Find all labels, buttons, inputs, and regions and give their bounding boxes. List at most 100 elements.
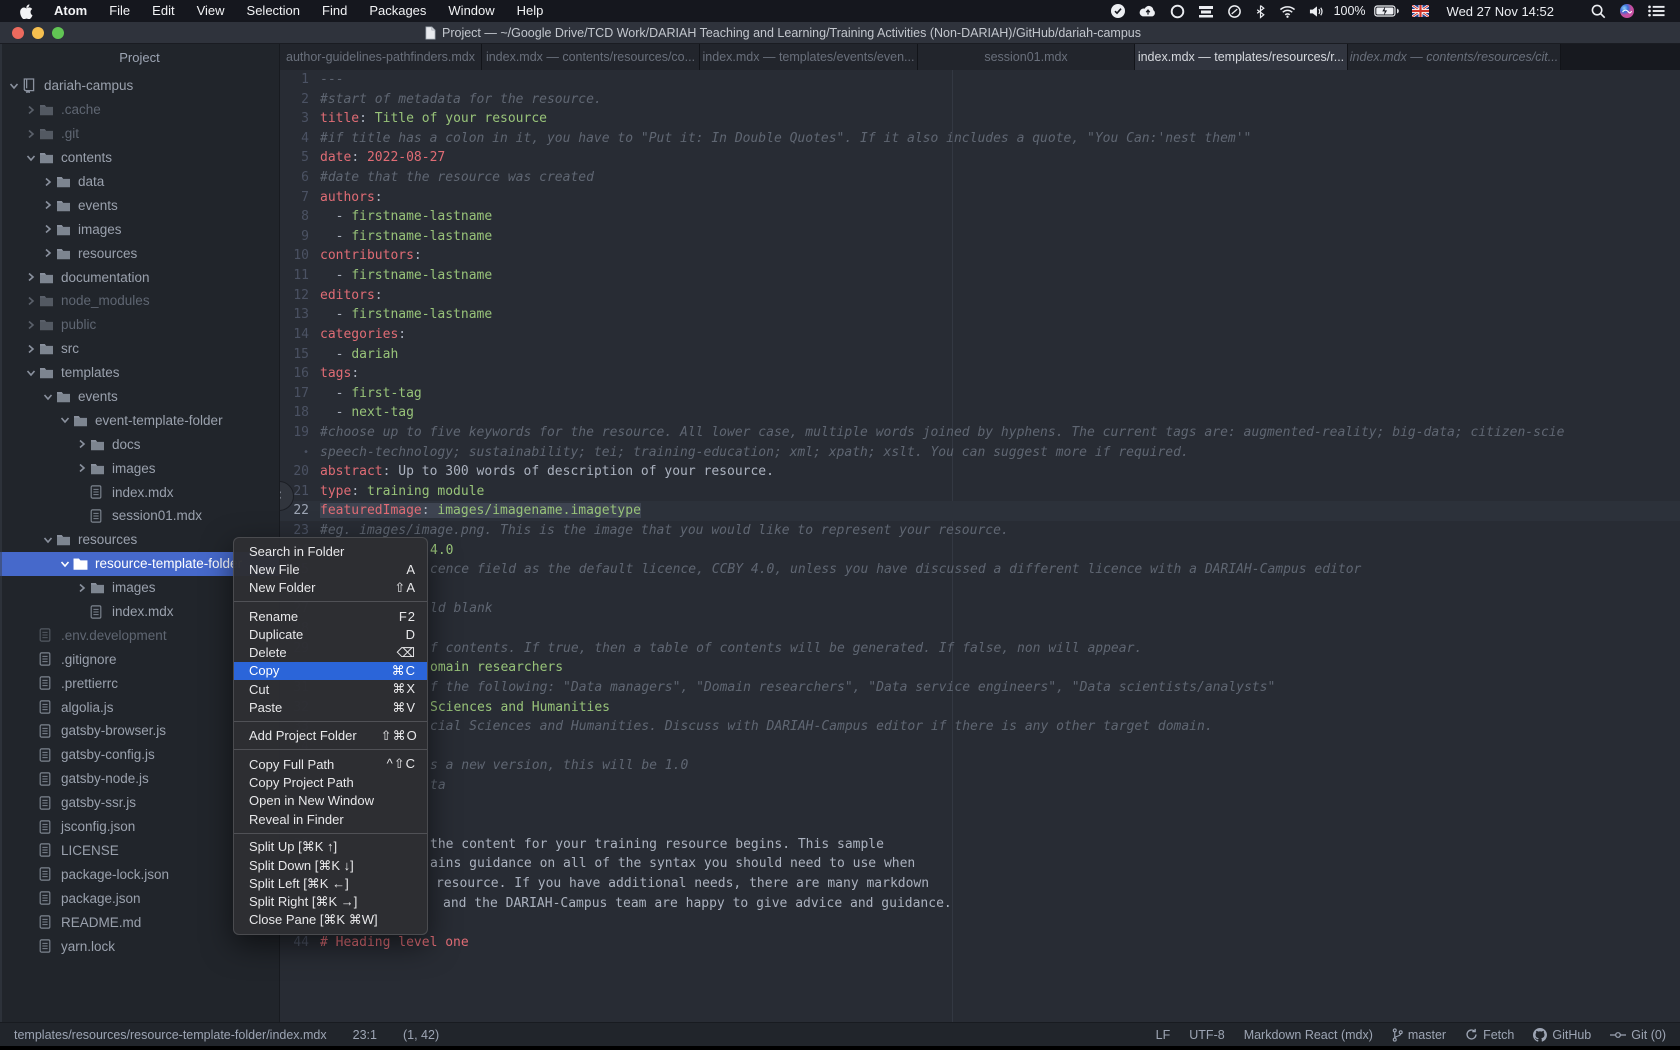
menu-item-cut[interactable]: Cut⌘X xyxy=(234,680,427,698)
chevron-right-icon[interactable] xyxy=(40,224,56,234)
chevron-right-icon[interactable] xyxy=(74,583,90,593)
tree-item-cache[interactable]: .cache xyxy=(0,98,279,122)
tab-session01-mdx[interactable]: session01.mdx xyxy=(918,44,1135,70)
chevron-right-icon[interactable] xyxy=(23,272,39,282)
menu-item-delete[interactable]: Delete⌫ xyxy=(234,643,427,661)
stacked-windows-icon[interactable] xyxy=(1195,5,1217,18)
status-line-ending[interactable]: LF xyxy=(1156,1028,1171,1042)
keyboard-flag-icon[interactable] xyxy=(1409,5,1432,17)
tree-item-event-template-folder[interactable]: event-template-folder xyxy=(0,408,279,432)
zoom-window-button[interactable] xyxy=(52,27,64,39)
chevron-down-icon[interactable] xyxy=(40,535,56,545)
battery-charging-icon[interactable] xyxy=(1371,5,1402,17)
tree-item-images[interactable]: images xyxy=(0,217,279,241)
menu-window[interactable]: Window xyxy=(437,0,505,22)
wifi-icon[interactable] xyxy=(1276,5,1299,18)
menu-item-open-in-new-window[interactable]: Open in New Window xyxy=(234,792,427,810)
menu-atom[interactable]: Atom xyxy=(43,0,98,22)
menu-help[interactable]: Help xyxy=(506,0,555,22)
tab-index-mdx-templates-events-even[interactable]: index.mdx — templates/events/even... xyxy=(700,44,918,70)
tree-item-node-modules[interactable]: node_modules xyxy=(0,289,279,313)
menu-file[interactable]: File xyxy=(98,0,141,22)
tree-item-session01-mdx[interactable]: session01.mdx xyxy=(0,504,279,528)
chevron-right-icon[interactable] xyxy=(40,200,56,210)
chevron-right-icon[interactable] xyxy=(74,463,90,473)
circle-app-icon[interactable] xyxy=(1224,4,1245,19)
tree-item-documentation[interactable]: documentation xyxy=(0,265,279,289)
chevron-right-icon[interactable] xyxy=(23,129,39,139)
volume-icon[interactable] xyxy=(1306,5,1327,18)
editor-pane[interactable]: 1---2#start of metadata for the resource… xyxy=(280,70,1680,1022)
chevron-right-icon[interactable] xyxy=(74,439,90,449)
menu-find[interactable]: Find xyxy=(311,0,358,22)
chevron-right-icon[interactable] xyxy=(23,320,39,330)
tree-item-data[interactable]: data xyxy=(0,170,279,194)
status-selection-count[interactable]: (1, 42) xyxy=(403,1028,439,1042)
tree-item-index-mdx[interactable]: index.mdx xyxy=(0,480,279,504)
control-center-list-icon[interactable] xyxy=(1645,5,1668,17)
status-cursor-position[interactable]: 23:1 xyxy=(353,1028,377,1042)
chevron-right-icon[interactable] xyxy=(23,296,39,306)
menu-packages[interactable]: Packages xyxy=(358,0,437,22)
bluetooth-icon[interactable] xyxy=(1252,4,1269,19)
minimize-window-button[interactable] xyxy=(32,27,44,39)
menu-item-copy-project-path[interactable]: Copy Project Path xyxy=(234,773,427,791)
status-file-path[interactable]: templates/resources/resource-template-fo… xyxy=(14,1028,327,1042)
menu-item-search-in-folder[interactable]: Search in Folder xyxy=(234,542,427,560)
tree-item-templates[interactable]: templates xyxy=(0,361,279,385)
tree-item-events[interactable]: events xyxy=(0,193,279,217)
menu-bar-clock[interactable]: Wed 27 Nov 14:52 xyxy=(1439,4,1560,19)
menu-item-duplicate[interactable]: DuplicateD xyxy=(234,625,427,643)
tree-item-images[interactable]: images xyxy=(0,456,279,480)
chevron-down-icon[interactable] xyxy=(57,415,73,425)
menu-item-new-folder[interactable]: New Folder⇧A xyxy=(234,579,427,597)
status-grammar[interactable]: Markdown React (mdx) xyxy=(1244,1028,1373,1042)
chevron-down-icon[interactable] xyxy=(23,368,39,378)
chevron-down-icon[interactable] xyxy=(57,559,73,569)
chevron-right-icon[interactable] xyxy=(40,248,56,258)
tree-item-resources[interactable]: resources xyxy=(0,241,279,265)
tree-item-yarn-lock[interactable]: yarn.lock xyxy=(0,934,279,958)
menu-item-add-project-folder[interactable]: Add Project Folder⇧⌘O xyxy=(234,727,427,745)
tab-index-mdx-templates-resources-r[interactable]: index.mdx — templates/resources/r... xyxy=(1135,44,1348,70)
menu-item-reveal-in-finder[interactable]: Reveal in Finder xyxy=(234,810,427,828)
tab-index-mdx-contents-resources-cit[interactable]: index.mdx — contents/resources/cit... xyxy=(1348,44,1561,70)
tree-item-git[interactable]: .git xyxy=(0,122,279,146)
menu-view[interactable]: View xyxy=(186,0,236,22)
status-git-changes[interactable]: Git (0) xyxy=(1610,1028,1666,1042)
tree-item-src[interactable]: src xyxy=(0,337,279,361)
status-fetch-button[interactable]: Fetch xyxy=(1465,1028,1514,1042)
spotlight-search-icon[interactable] xyxy=(1588,4,1609,19)
tree-item-dariah-campus[interactable]: dariah-campus xyxy=(0,74,279,98)
tree-item-public[interactable]: public xyxy=(0,313,279,337)
menu-item-paste[interactable]: Paste⌘V xyxy=(234,698,427,716)
chevron-down-icon[interactable] xyxy=(40,392,56,402)
tree-item-events[interactable]: events xyxy=(0,385,279,409)
chevron-right-icon[interactable] xyxy=(23,344,39,354)
menu-item-split-left-k[interactable]: Split Left [⌘K ←] xyxy=(234,875,427,893)
close-window-button[interactable] xyxy=(12,27,24,39)
tab-index-mdx-contents-resources-co[interactable]: index.mdx — contents/resources/co... xyxy=(482,44,700,70)
tree-item-contents[interactable]: contents xyxy=(0,146,279,170)
menu-item-split-right-k[interactable]: Split Right [⌘K →] xyxy=(234,893,427,911)
siri-icon[interactable] xyxy=(1616,3,1638,19)
chevron-down-icon[interactable] xyxy=(6,81,22,91)
apple-menu-icon[interactable] xyxy=(10,4,43,19)
menu-edit[interactable]: Edit xyxy=(141,0,185,22)
creative-cloud-icon[interactable] xyxy=(1167,4,1188,19)
status-git-branch[interactable]: master xyxy=(1392,1028,1446,1042)
menu-selection[interactable]: Selection xyxy=(236,0,311,22)
menu-item-close-pane-k-w[interactable]: Close Pane [⌘K ⌘W] xyxy=(234,911,427,929)
tree-item-docs[interactable]: docs xyxy=(0,432,279,456)
cloud-upload-icon[interactable] xyxy=(1136,4,1160,18)
chevron-down-icon[interactable] xyxy=(23,153,39,163)
menu-item-copy-full-path[interactable]: Copy Full Path^⇧C xyxy=(234,755,427,773)
menu-item-rename[interactable]: RenameF2 xyxy=(234,607,427,625)
chevron-right-icon[interactable] xyxy=(23,105,39,115)
status-github-button[interactable]: GitHub xyxy=(1533,1028,1591,1042)
tab-author-guidelines-pathfinders-mdx[interactable]: author-guidelines-pathfinders.mdx xyxy=(280,44,482,70)
menu-item-split-up-k[interactable]: Split Up [⌘K ↑] xyxy=(234,838,427,856)
chevron-right-icon[interactable] xyxy=(40,177,56,187)
menu-item-split-down-k[interactable]: Split Down [⌘K ↓] xyxy=(234,856,427,874)
todo-check-icon[interactable] xyxy=(1107,3,1129,19)
